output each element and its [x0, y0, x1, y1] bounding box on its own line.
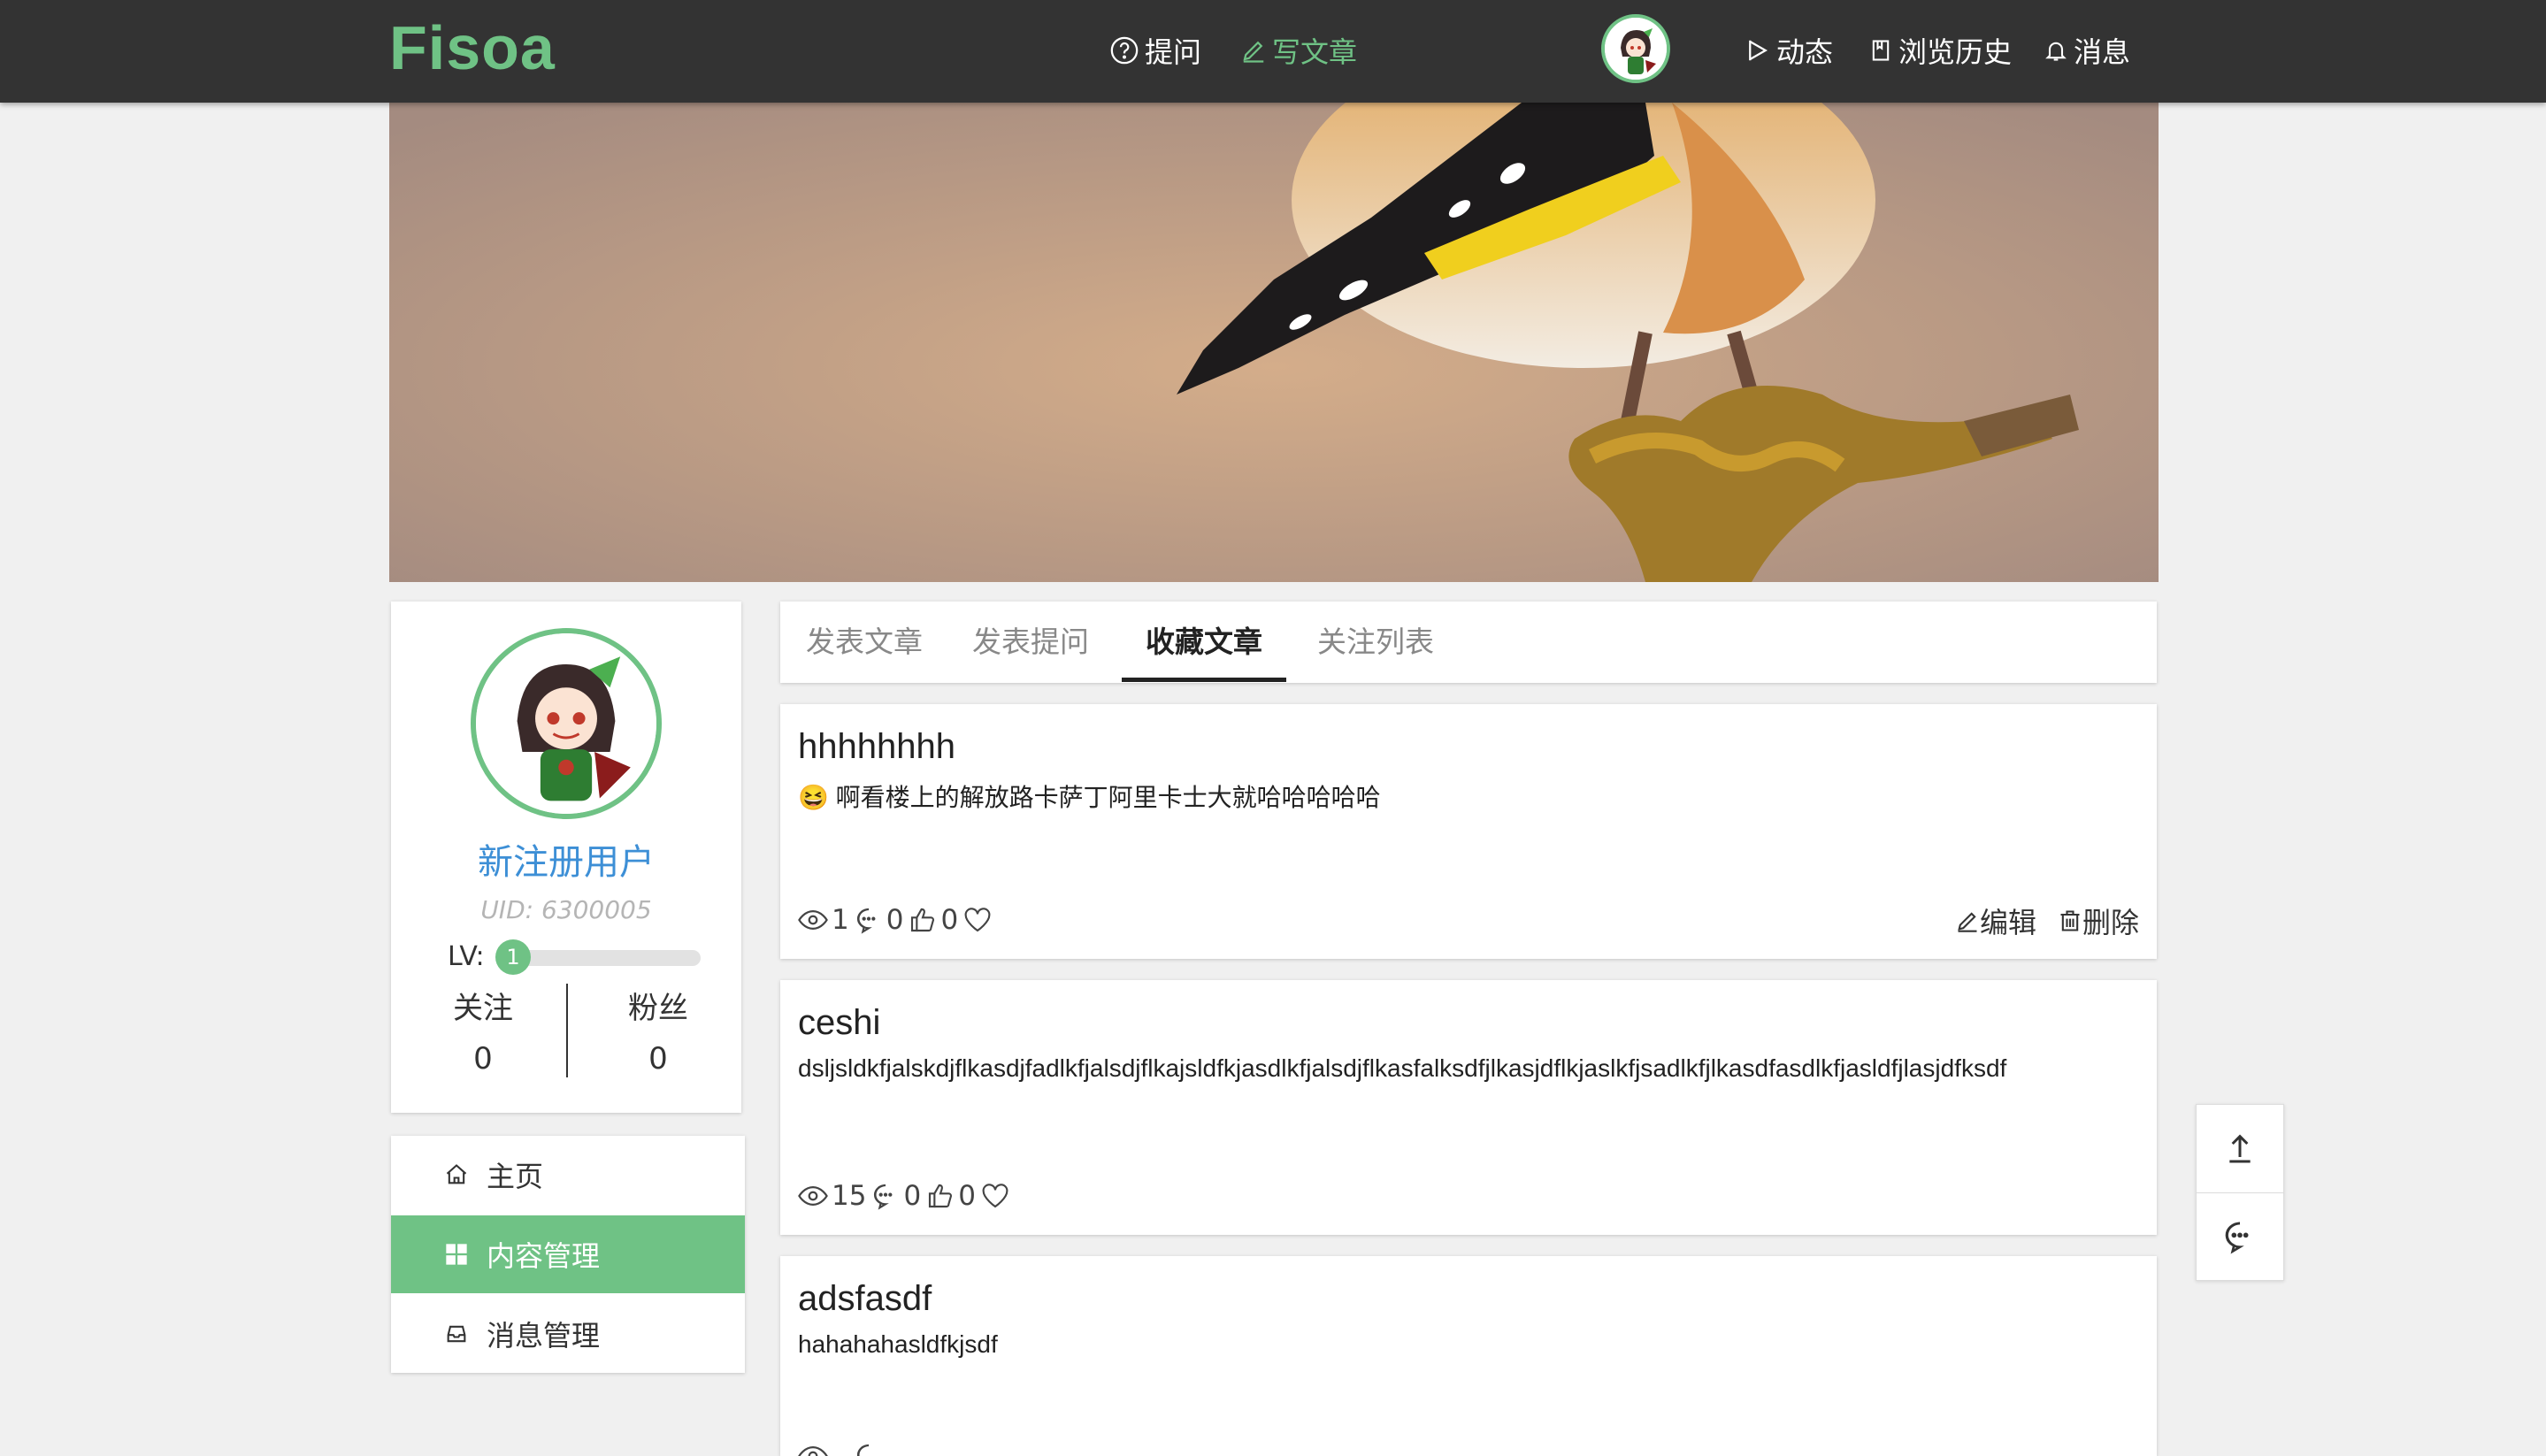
post-excerpt: hahahahasldfkjsdf [798, 1330, 998, 1358]
nav-messages-link[interactable]: 消息 [2044, 28, 2130, 73]
floating-toolbar [2196, 1104, 2284, 1281]
chat-button[interactable] [2197, 1193, 2283, 1280]
followers-count: 0 [648, 1041, 668, 1077]
chat-icon [2225, 1222, 2249, 1254]
home-icon [444, 1162, 469, 1187]
post-title[interactable]: adsfasdf [798, 1279, 932, 1319]
question-circle-icon [1110, 36, 1139, 65]
following-stat[interactable]: 关注 0 [421, 984, 545, 1077]
menu-item-home-label: 主页 [487, 1160, 544, 1193]
flag-icon [1749, 40, 1768, 61]
delete-button[interactable]: 删除 [2058, 900, 2139, 941]
post-excerpt: dsljsldkfjalskdjflkasdjfadlkfjalsdjflkaj… [798, 1054, 2007, 1082]
grid-icon [444, 1242, 469, 1267]
profile-username[interactable]: 新注册用户 [391, 833, 741, 885]
level-badge: 1 [495, 939, 531, 975]
post-excerpt: 😆 啊看楼上的解放路卡萨丁阿里卡士大就哈哈哈哈哈 [798, 784, 1381, 811]
thumbs-up-icon[interactable] [909, 906, 937, 934]
user-avatar[interactable] [1601, 14, 1670, 83]
nav-ask-link[interactable]: 提问 [1109, 28, 1201, 73]
comment-count: 0 [886, 904, 904, 936]
view-count: 15 [832, 1180, 867, 1212]
profile-avatar-illustration [476, 633, 656, 814]
post-stats: 15 0 0 [798, 1180, 1009, 1212]
tab-favorite-articles[interactable]: 收藏文章 [1122, 602, 1286, 683]
post-stats: 1 0 0 [798, 904, 992, 936]
back-to-top-button[interactable] [2197, 1105, 2283, 1192]
trash-icon [2060, 910, 2080, 931]
profile-card: 新注册用户 UID: 6300005 LV: 1 关注 0 粉丝 0 [391, 602, 741, 1113]
eye-icon [798, 1445, 828, 1456]
profile-uid: UID: 6300005 [480, 895, 652, 924]
post-card[interactable]: ceshi dsljsldkfjalskdjflkasdjfadlkfjalsd… [780, 980, 2157, 1235]
book-icon [1872, 40, 1890, 61]
nav-messages-label: 消息 [2074, 35, 2131, 69]
tab-published-articles[interactable]: 发表文章 [798, 602, 931, 683]
like-count: 0 [958, 1180, 976, 1212]
post-title[interactable]: hhhhhhhh [798, 727, 955, 767]
arrow-up-icon [2229, 1134, 2251, 1163]
avatar-illustration [1605, 18, 1667, 80]
like-count: 0 [940, 904, 959, 936]
site-logo[interactable]: Fisoa [389, 12, 556, 83]
nav-activity-label: 动态 [1776, 35, 1834, 69]
comment-icon [874, 1184, 893, 1210]
edit-label: 编辑 [1979, 906, 2036, 939]
nav-write-label: 写文章 [1272, 35, 1358, 69]
nav-activity-link[interactable]: 动态 [1745, 28, 1833, 73]
followers-label: 粉丝 [628, 991, 688, 1026]
profile-banner-image [389, 103, 2159, 582]
inbox-icon [444, 1322, 469, 1346]
following-count: 0 [473, 1041, 493, 1077]
post-actions: 编辑 删除 [1934, 900, 2139, 941]
comment-icon [856, 908, 876, 934]
nav-ask-label: 提问 [1145, 35, 1202, 69]
level-label: LV: [448, 941, 485, 972]
edit-button[interactable]: 编辑 [1955, 900, 2036, 941]
menu-item-message-label: 消息管理 [487, 1319, 601, 1353]
tab-following-list[interactable]: 关注列表 [1309, 602, 1442, 683]
heart-icon[interactable] [981, 1183, 1009, 1209]
post-stats [798, 1442, 883, 1456]
pencil-icon [1243, 41, 1264, 63]
content-tabs: 发表文章 发表提问 收藏文章 关注列表 [780, 602, 2157, 683]
post-card[interactable]: adsfasdf hahahahasldfkjsdf [780, 1256, 2157, 1456]
post-title[interactable]: ceshi [798, 1003, 880, 1043]
menu-item-content-management[interactable]: 内容管理 [391, 1215, 745, 1293]
eye-icon [798, 909, 828, 931]
followers-stat[interactable]: 粉丝 0 [596, 984, 720, 1077]
nav-write-link[interactable]: 写文章 [1240, 28, 1357, 73]
following-label: 关注 [453, 991, 513, 1026]
menu-item-content-label: 内容管理 [487, 1239, 601, 1273]
stat-divider [566, 984, 568, 1077]
bell-icon [2045, 42, 2067, 61]
menu-item-message-management[interactable]: 消息管理 [391, 1295, 745, 1373]
profile-avatar[interactable] [471, 628, 662, 819]
pencil-icon [1958, 912, 1977, 932]
delete-label: 删除 [2082, 906, 2139, 939]
heart-icon[interactable] [963, 907, 992, 933]
comment-count: 0 [903, 1180, 922, 1212]
top-navbar: Fisoa 提问 写文章 动态 浏览历史 消息 [0, 0, 2546, 103]
thumbs-up-icon[interactable] [926, 1182, 955, 1210]
comment-icon [856, 1444, 870, 1456]
eye-icon [798, 1185, 828, 1207]
nav-history-label: 浏览历史 [1898, 35, 2013, 69]
tab-published-questions[interactable]: 发表提问 [964, 602, 1097, 683]
nav-history-link[interactable]: 浏览历史 [1868, 28, 2012, 73]
active-tab-indicator [1122, 678, 1286, 682]
goldfinch-illustration [389, 103, 2159, 582]
view-count: 1 [832, 904, 849, 936]
post-card[interactable]: hhhhhhhh 😆 啊看楼上的解放路卡萨丁阿里卡士大就哈哈哈哈哈 1 0 0 … [780, 704, 2157, 959]
side-menu: 主页 内容管理 消息管理 [391, 1136, 745, 1373]
menu-item-home[interactable]: 主页 [391, 1136, 745, 1214]
